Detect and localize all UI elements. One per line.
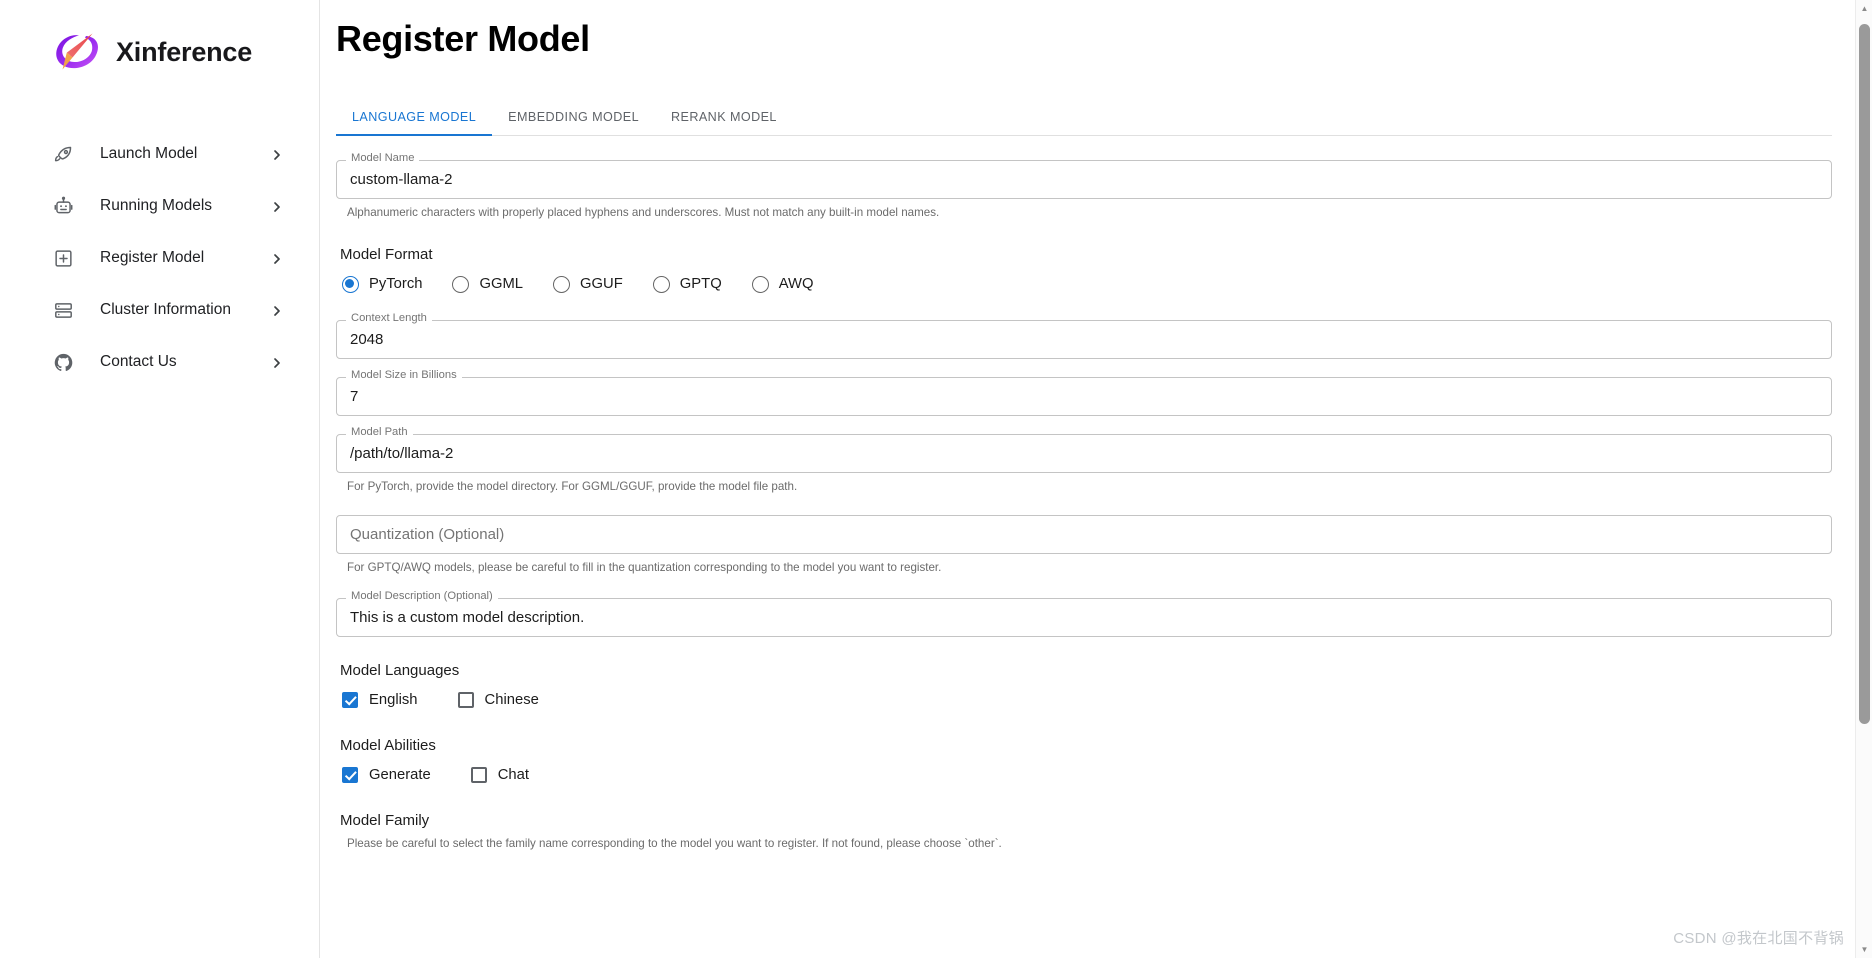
- radio-label: GGML: [479, 276, 524, 293]
- checkbox-icon: [457, 691, 474, 708]
- checkbox-label: Generate: [369, 766, 431, 783]
- context-length-input[interactable]: 2048: [336, 319, 1832, 359]
- app-root: Xinference Launch Model Running Models R…: [0, 0, 1872, 958]
- checkbox-label: Chat: [497, 766, 529, 783]
- tab-embedding-model[interactable]: EMBEDDING MODEL: [492, 110, 655, 135]
- csdn-watermark: CSDN @我在北国不背锅: [1673, 930, 1844, 947]
- sidebar-item-label: Running Models: [100, 197, 213, 214]
- radio-option-pytorch[interactable]: PyTorch: [336, 272, 428, 297]
- quantization-input[interactable]: Quantization (Optional): [336, 515, 1832, 555]
- model-family-title: Model Family: [340, 811, 430, 829]
- sidebar-item-launch-model[interactable]: Launch Model: [0, 128, 319, 180]
- model-description-input[interactable]: This is a custom model description.: [336, 597, 1832, 637]
- tab-bar: LANGUAGE MODEL EMBEDDING MODEL RERANK MO…: [336, 96, 1832, 136]
- quantization-field: Quantization (Optional): [336, 515, 1832, 555]
- tab-language-model[interactable]: LANGUAGE MODEL: [336, 110, 493, 136]
- checkbox-option-english[interactable]: English: [336, 688, 424, 712]
- scrollbar-thumb[interactable]: [1859, 24, 1870, 724]
- sidebar-item-label: Cluster Information: [100, 301, 231, 318]
- model-languages-group: English Chinese: [336, 688, 1832, 712]
- model-name-helper: Alphanumeric characters with properly pl…: [347, 206, 940, 219]
- model-path-helper: For PyTorch, provide the model directory…: [347, 479, 798, 493]
- chevron-right-icon: [271, 356, 283, 368]
- model-name-field: custom-llama-2 Model Name: [336, 152, 1832, 199]
- model-abilities-group: Generate Chat: [336, 763, 1832, 787]
- context-length-field: 2048 Context Length: [336, 312, 1832, 359]
- model-path-field: /path/to/llama-2 Model Path: [336, 426, 1832, 473]
- radio-icon: [342, 275, 359, 293]
- model-description-value: This is a custom model description.: [350, 608, 585, 626]
- chevron-right-icon: [271, 200, 283, 212]
- radio-option-gptq[interactable]: GPTQ: [647, 272, 728, 297]
- model-languages-title: Model Languages: [340, 661, 460, 679]
- model-size-field: 7 Model Size in Billions: [336, 369, 1832, 416]
- sidebar-item-cluster-information[interactable]: Cluster Information: [0, 284, 319, 336]
- scroll-up-arrow-icon[interactable]: ▲: [1856, 0, 1872, 17]
- radio-label: GGUF: [580, 276, 623, 293]
- radio-option-gguf[interactable]: GGUF: [547, 272, 629, 297]
- sidebar-item-label: Register Model: [100, 249, 205, 266]
- radio-option-awq[interactable]: AWQ: [746, 272, 820, 297]
- robot-icon: [52, 195, 74, 217]
- sidebar-item-running-models[interactable]: Running Models: [0, 180, 319, 232]
- tab-rerank-model[interactable]: RERANK MODEL: [655, 110, 793, 135]
- model-path-input[interactable]: /path/to/llama-2: [336, 433, 1832, 473]
- model-name-value: custom-llama-2: [350, 171, 453, 188]
- model-family-helper: Please be careful to select the family n…: [347, 836, 1002, 850]
- checkbox-option-generate[interactable]: Generate: [336, 763, 437, 787]
- context-length-value: 2048: [350, 330, 384, 348]
- xinference-logo-icon: [52, 28, 102, 76]
- server-stack-icon: [52, 299, 74, 321]
- model-size-input[interactable]: 7: [336, 376, 1832, 416]
- sidebar-item-register-model[interactable]: Register Model: [0, 232, 319, 284]
- radio-icon: [553, 275, 571, 293]
- radio-label: GPTQ: [679, 276, 722, 293]
- radio-option-ggml[interactable]: GGML: [446, 272, 529, 297]
- vertical-scrollbar[interactable]: ▲ ▼: [1855, 0, 1872, 958]
- brand-name: Xinference: [116, 36, 253, 67]
- model-path-value: /path/to/llama-2: [350, 444, 454, 462]
- model-abilities-title: Model Abilities: [340, 736, 436, 754]
- sidebar: Xinference Launch Model Running Models R…: [0, 0, 320, 958]
- github-icon: [52, 351, 74, 373]
- model-format-title: Model Format: [340, 245, 433, 263]
- quantization-placeholder: Quantization (Optional): [350, 526, 505, 544]
- checkbox-icon: [342, 691, 358, 708]
- main-content: Register Model LANGUAGE MODEL EMBEDDING …: [320, 0, 1872, 958]
- radio-icon: [751, 275, 769, 293]
- checkbox-icon: [342, 766, 358, 783]
- brand[interactable]: Xinference: [0, 0, 319, 76]
- model-format-radio-group: PyTorch GGML GGUF GPTQ AWQ: [336, 272, 1832, 297]
- checkbox-option-chat[interactable]: Chat: [465, 763, 535, 787]
- model-size-value: 7: [350, 387, 359, 405]
- scroll-down-arrow-icon[interactable]: ▼: [1856, 941, 1872, 958]
- plus-square-icon: [52, 247, 74, 269]
- chevron-right-icon: [271, 304, 283, 316]
- sidebar-nav: Launch Model Running Models Register Mod…: [0, 128, 319, 388]
- sidebar-item-label: Contact Us: [100, 353, 177, 370]
- chevron-right-icon: [271, 148, 283, 160]
- checkbox-label: English: [369, 691, 418, 708]
- page-title: Register Model: [336, 18, 590, 59]
- model-name-input[interactable]: custom-llama-2: [336, 160, 1832, 199]
- model-description-field: This is a custom model description. Mode…: [336, 590, 1832, 637]
- checkbox-option-chinese[interactable]: Chinese: [452, 688, 545, 712]
- radio-icon: [452, 275, 470, 293]
- sidebar-item-label: Launch Model: [100, 145, 198, 162]
- radio-icon: [652, 275, 670, 293]
- checkbox-label: Chinese: [484, 691, 539, 708]
- checkbox-icon: [470, 766, 487, 783]
- register-model-form: custom-llama-2 Model Name Alphanumeric c…: [336, 136, 1832, 852]
- chevron-right-icon: [271, 252, 283, 264]
- radio-label: AWQ: [778, 276, 814, 293]
- quantization-helper: For GPTQ/AWQ models, please be careful t…: [347, 561, 942, 575]
- rocket-icon: [52, 143, 74, 165]
- radio-label: PyTorch: [369, 276, 423, 293]
- sidebar-item-contact-us[interactable]: Contact Us: [0, 336, 319, 388]
